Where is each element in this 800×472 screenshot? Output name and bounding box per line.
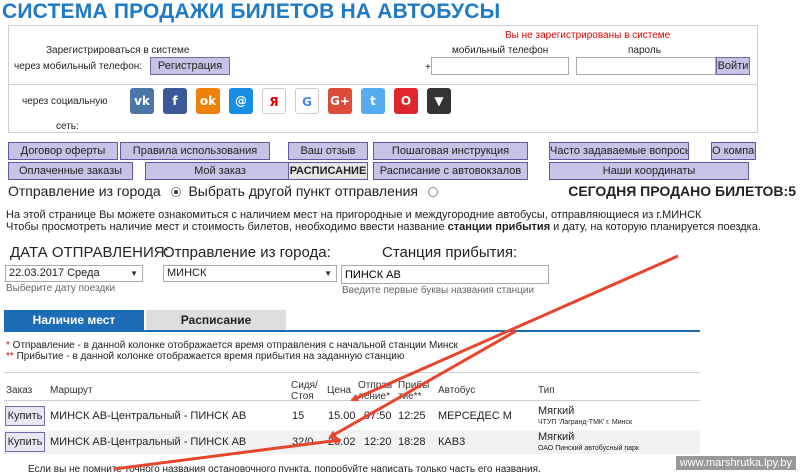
- annotation-arrows: [113, 254, 679, 471]
- site-watermark: www.marshrutka.lpy.by: [675, 456, 796, 470]
- arrow-to-second-price: [328, 329, 517, 439]
- arrow-to-price: [350, 254, 679, 402]
- arrow-lower: [113, 436, 342, 471]
